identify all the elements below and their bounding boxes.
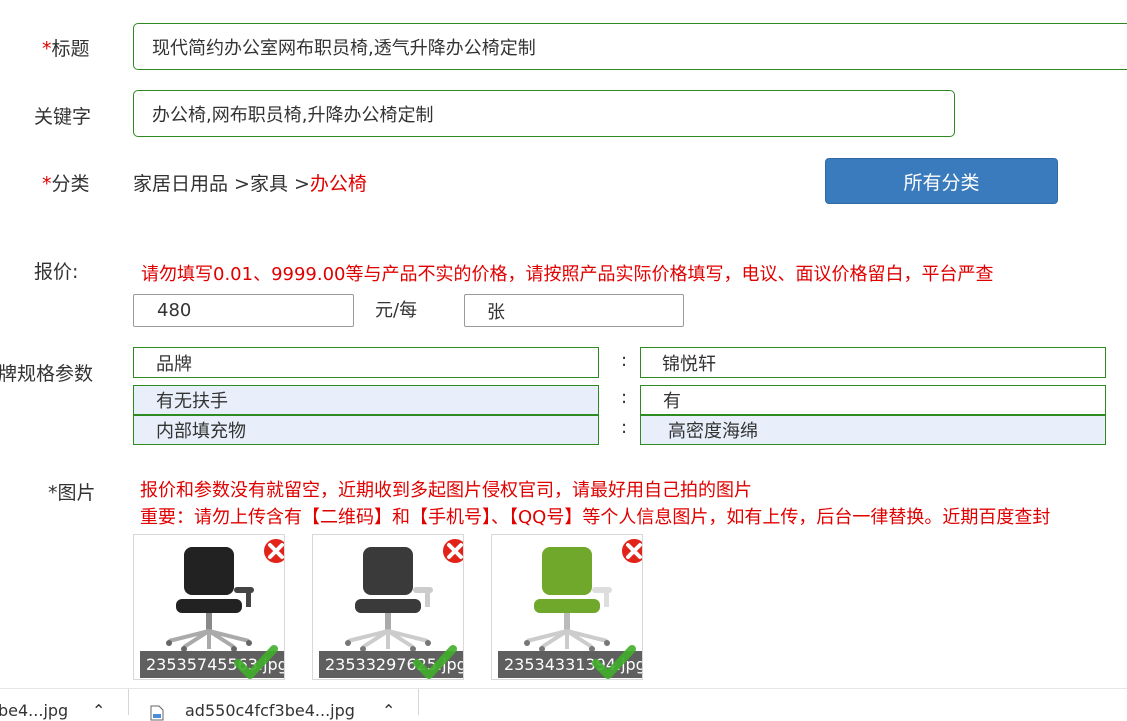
delete-icon[interactable] <box>441 537 464 565</box>
spec-name-input[interactable]: 有无扶手 <box>133 385 599 415</box>
required-mark: * <box>42 173 52 195</box>
specs-label: 牌规格参数 <box>0 363 94 385</box>
title-label: *标题 <box>42 38 90 60</box>
price-warning: 请勿填写0.01、9999.00等与产品不实的价格，请按照产品实际价格填写，电议… <box>141 264 994 285</box>
keywords-input[interactable]: 办公椅,网布职员椅,升降办公椅定制 <box>133 90 955 137</box>
divider <box>128 689 129 715</box>
spec-value-input[interactable]: 高密度海绵 <box>640 415 1106 445</box>
file-icon <box>150 705 164 721</box>
download-item-name[interactable]: ad550c4fcf3be4...jpg <box>185 701 355 720</box>
all-categories-button[interactable]: 所有分类 <box>825 158 1058 204</box>
image-thumbnail[interactable]: 23535745563.jpg <box>133 534 285 680</box>
category-path: 家居日用品 >家具 >办公椅 <box>133 169 367 196</box>
chair-image <box>345 547 433 652</box>
price-label: 报价: <box>34 261 79 283</box>
image-thumbnail[interactable]: 23533297625.jpg <box>312 534 464 680</box>
category-label: *分类 <box>42 173 90 195</box>
images-label: *图片 <box>48 482 96 504</box>
spec-name-input[interactable]: 内部填充物 <box>133 415 599 445</box>
divider <box>418 689 419 715</box>
check-icon <box>592 645 636 679</box>
category-current: 办公椅 <box>309 173 367 195</box>
image-notice-2: 重要：请勿上传含有【二维码】和【手机号】、【QQ号】等个人信息图片，如有上传，后… <box>140 507 1051 528</box>
category-path-prefix: 家居日用品 >家具 > <box>133 173 310 195</box>
price-input[interactable]: 480 <box>133 294 354 327</box>
spec-separator: : <box>621 387 628 408</box>
spec-value-input[interactable]: 锦悦轩 <box>640 347 1106 378</box>
keywords-label: 关键字 <box>34 106 92 128</box>
required-mark: * <box>42 38 52 60</box>
delete-icon[interactable] <box>262 537 285 565</box>
spec-separator: : <box>621 350 628 371</box>
chevron-down-icon[interactable]: ⌃ <box>92 701 105 720</box>
spec-separator: : <box>621 417 628 438</box>
spec-value-input[interactable]: 有 <box>640 385 1106 415</box>
chair-image <box>166 547 254 652</box>
image-thumbnail[interactable]: 23534331394.jpg <box>491 534 643 680</box>
chevron-down-icon[interactable]: ⌃ <box>382 701 395 720</box>
download-item-name[interactable]: be4...jpg <box>0 701 68 720</box>
check-icon <box>413 645 457 679</box>
downloads-bar: be4...jpg ⌃ ad550c4fcf3be4...jpg ⌃ <box>0 688 1127 721</box>
spec-name-input[interactable]: 品牌 <box>133 347 599 378</box>
image-notice-1: 报价和参数没有就留空，近期收到多起图片侵权官司，请最好用自己拍的图片 <box>140 480 752 501</box>
unit-input[interactable]: 张 <box>464 294 684 327</box>
price-unit-label: 元/每 <box>375 300 418 321</box>
delete-icon[interactable] <box>620 537 643 565</box>
check-icon <box>234 645 278 679</box>
title-input[interactable]: 现代简约办公室网布职员椅,透气升降办公椅定制 <box>133 23 1127 70</box>
chair-image <box>524 547 612 652</box>
